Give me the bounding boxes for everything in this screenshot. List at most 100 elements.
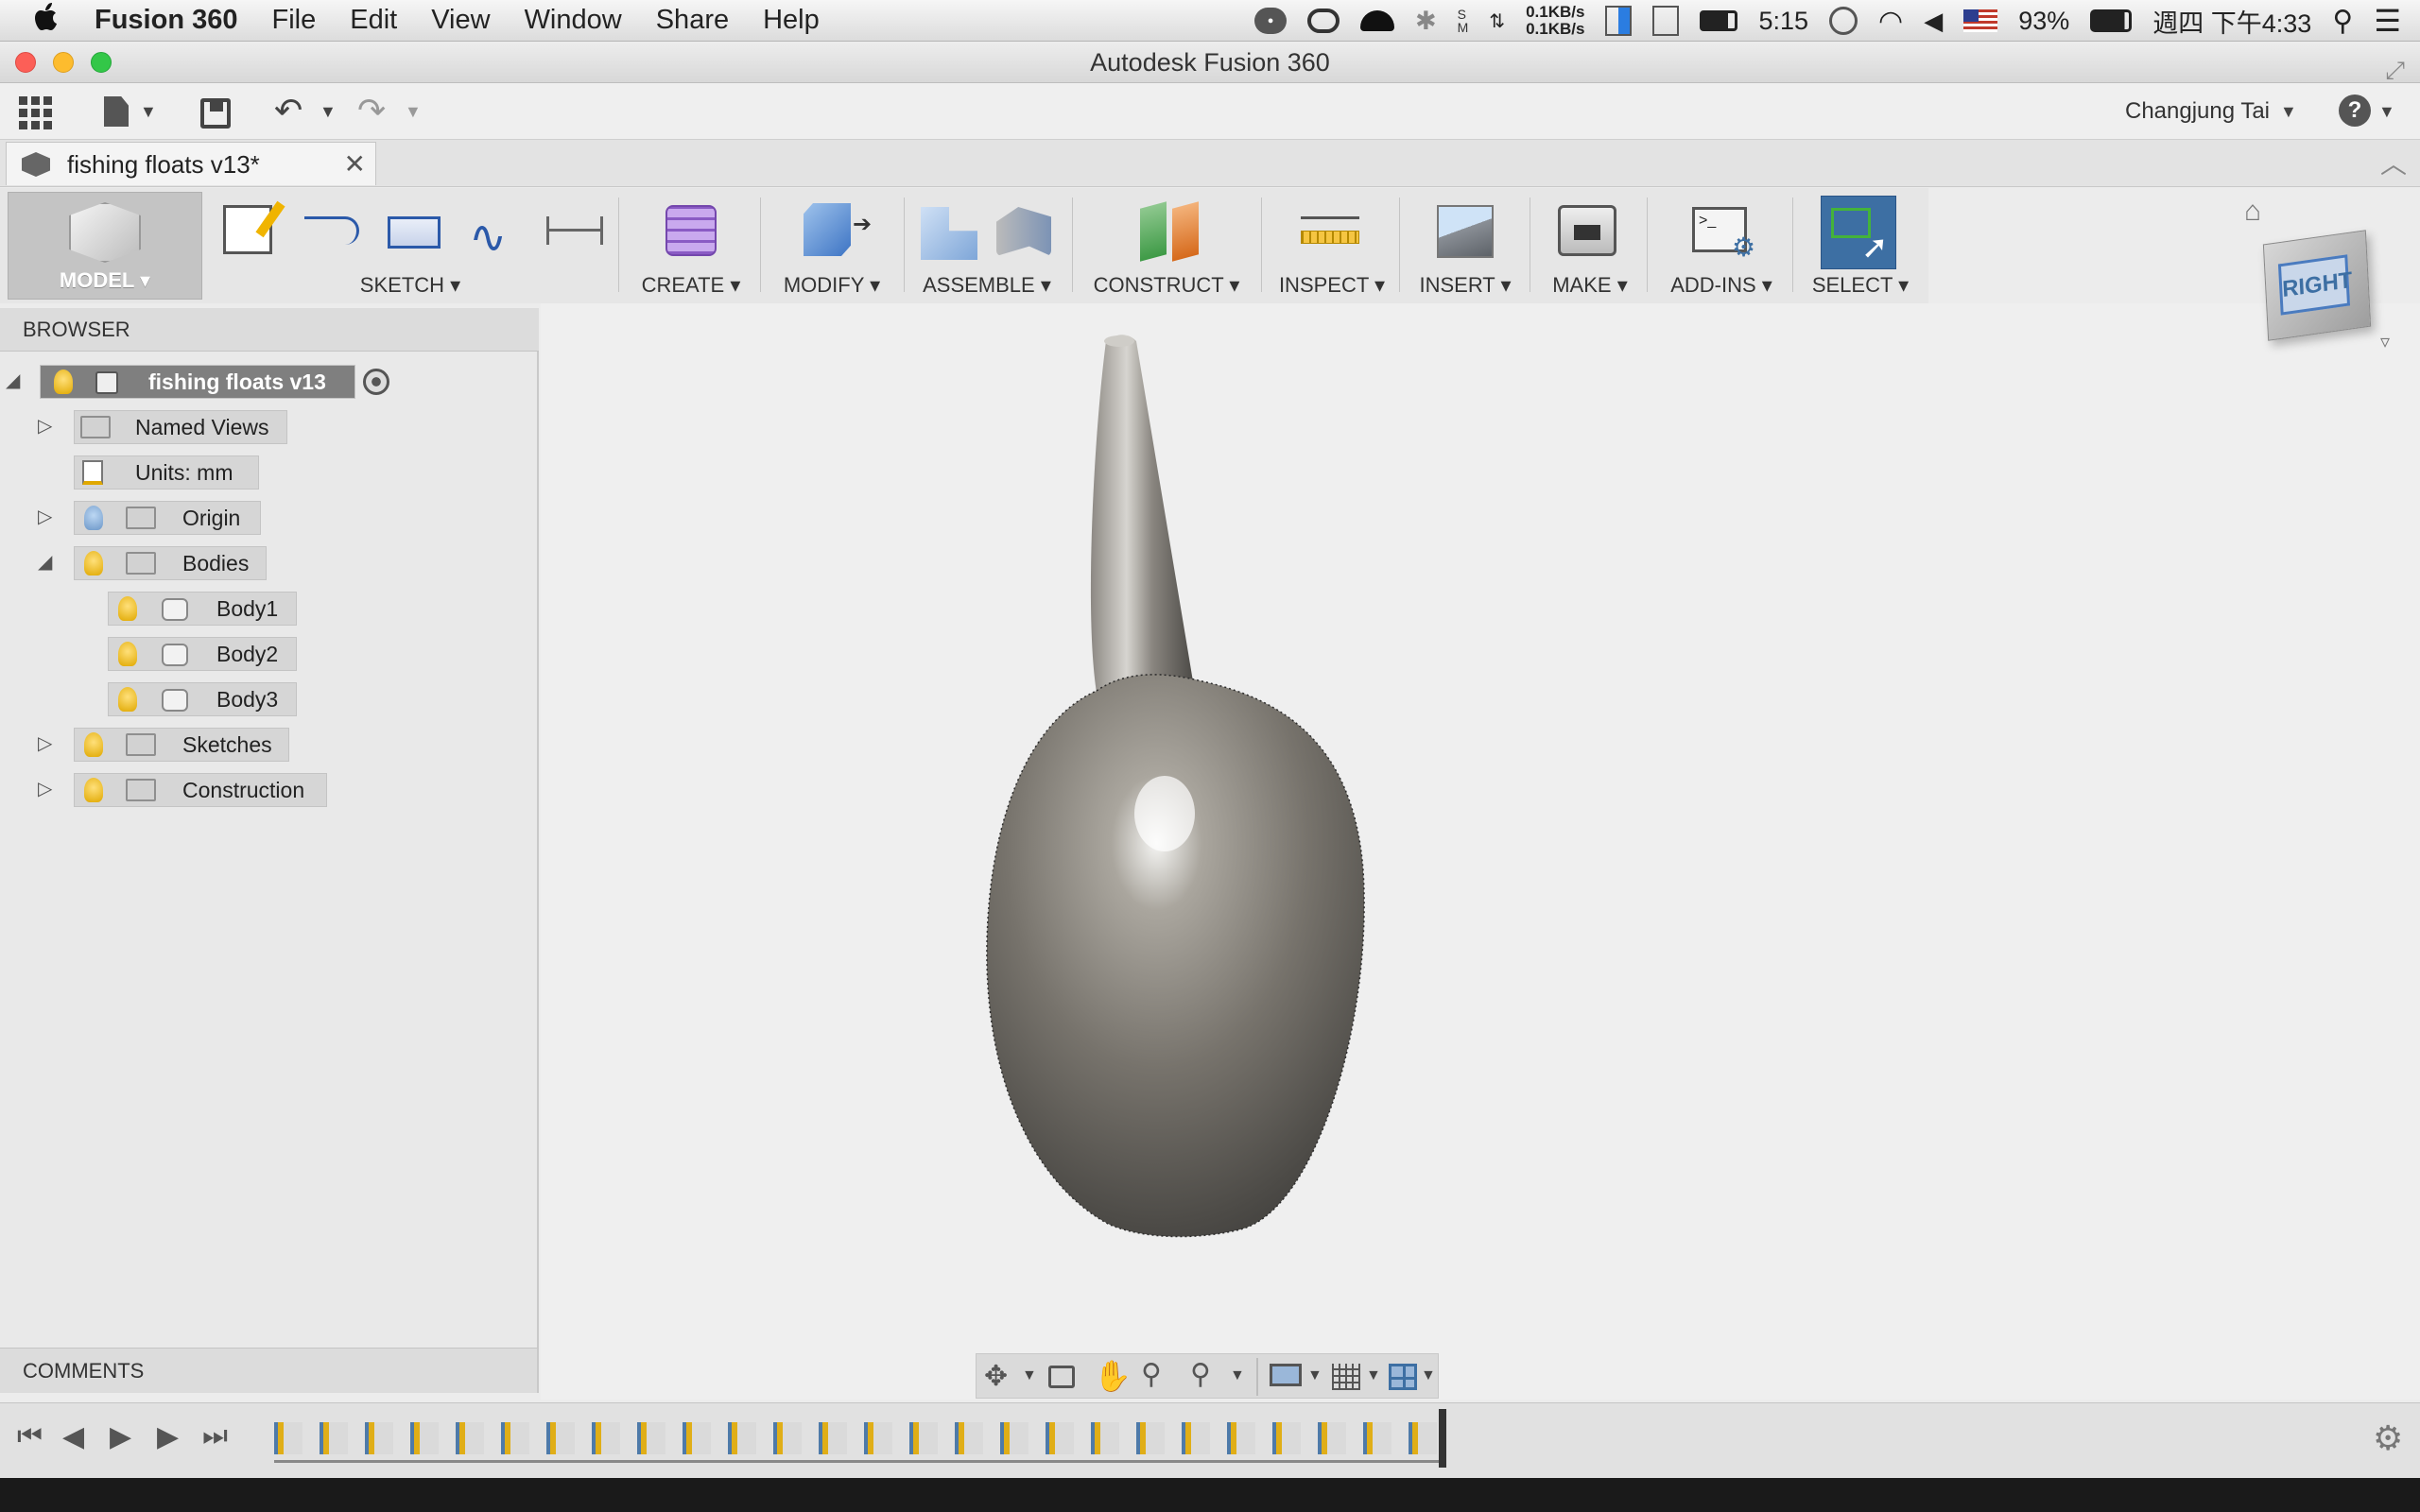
hat-icon[interactable] [1360, 10, 1395, 31]
orbit-dropdown-icon[interactable]: ▼ [1022, 1367, 1037, 1384]
browser-node-body3[interactable]: Body3 [108, 682, 297, 716]
collapse-ribbon-icon[interactable]: ︿ [2380, 144, 2407, 181]
select-icon[interactable]: ➚ [1821, 196, 1896, 269]
new-component-icon[interactable] [921, 207, 977, 260]
save-icon[interactable] [200, 98, 231, 129]
viewports-dropdown-icon[interactable]: ▼ [1421, 1367, 1436, 1384]
assemble-group[interactable]: ASSEMBLE ▾ [911, 188, 1063, 303]
speaker-icon[interactable]: ◀ [1924, 7, 1943, 36]
workspace-switcher[interactable]: MODEL ▾ [8, 192, 202, 300]
close-tab-icon[interactable]: ✕ [344, 143, 366, 186]
menu-view[interactable]: View [414, 5, 507, 36]
make-group[interactable]: MAKE ▾ [1537, 188, 1643, 303]
create-group[interactable]: CREATE ▾ [628, 188, 754, 303]
time-machine-icon[interactable] [1829, 7, 1858, 35]
look-at-icon[interactable] [1048, 1366, 1075, 1388]
offset-plane-icon[interactable] [1140, 201, 1167, 262]
viewcube-face-label[interactable]: RIGHT [2277, 254, 2353, 316]
pan-icon[interactable]: ✋ [1094, 1358, 1132, 1394]
viewcube[interactable]: RIGHT [2262, 230, 2372, 341]
inspect-group[interactable]: INSPECT ▾ [1270, 188, 1393, 303]
app-menu[interactable]: Fusion 360 [78, 5, 255, 36]
spotlight-icon[interactable]: ⚲ [2332, 5, 2353, 38]
clock[interactable]: 週四 下午4:33 [2152, 3, 2311, 40]
add-ins-group-label[interactable]: ADD-INS ▾ [1654, 273, 1789, 298]
modify-group-label[interactable]: MODIFY ▾ [769, 273, 894, 298]
rectangle-icon[interactable] [388, 216, 441, 249]
select-group[interactable]: ➚ SELECT ▾ [1800, 188, 1921, 303]
close-window-button[interactable] [15, 52, 36, 73]
creative-cloud-icon[interactable] [1307, 9, 1340, 33]
browser-node-sketches[interactable]: Sketches [74, 728, 289, 762]
timeline-track[interactable] [274, 1409, 1456, 1469]
undo-dropdown-icon[interactable]: ▼ [320, 102, 337, 122]
play-icon[interactable]: ▶ [110, 1420, 131, 1453]
browser-header[interactable]: BROWSER [0, 308, 539, 352]
zoom-window-button[interactable] [91, 52, 112, 73]
activate-radio[interactable] [363, 369, 389, 395]
press-pull-icon[interactable] [804, 203, 851, 256]
timeline-settings-icon[interactable]: ⚙ [2373, 1418, 2403, 1458]
browser-node-body2[interactable]: Body2 [108, 637, 297, 671]
add-ins-group[interactable]: >_ ⚙ ADD-INS ▾ [1654, 188, 1789, 303]
menu-edit[interactable]: Edit [333, 5, 414, 36]
browser-node-bodies[interactable]: Bodies [74, 546, 267, 580]
menu-window[interactable]: Window [508, 5, 639, 36]
joint-icon[interactable] [996, 207, 1051, 256]
viewcube-menu-icon[interactable]: ▿ [2380, 330, 2390, 353]
sketch-group-label[interactable]: SKETCH ▾ [212, 273, 609, 298]
document-tab[interactable]: fishing floats v13* ✕ [6, 142, 376, 185]
bodies-expand-toggle[interactable]: ◢ [38, 550, 52, 574]
flag-us-icon[interactable] [1963, 9, 1998, 32]
wifi-icon[interactable]: ◠ [1878, 5, 1903, 38]
apple-icon[interactable] [0, 2, 78, 40]
inspect-group-label[interactable]: INSPECT ▾ [1270, 273, 1393, 298]
step-forward-icon[interactable]: ▶ [157, 1420, 179, 1453]
fit-icon[interactable]: ⚲ [1190, 1358, 1211, 1391]
assemble-group-label[interactable]: ASSEMBLE ▾ [911, 273, 1063, 298]
home-view-icon[interactable]: ⌂ [2244, 196, 2261, 228]
root-expand-toggle[interactable]: ◢ [6, 369, 20, 392]
help-dropdown-icon[interactable]: ▼ [2378, 102, 2395, 122]
create-group-label[interactable]: CREATE ▾ [628, 273, 754, 298]
menu-help[interactable]: Help [746, 5, 837, 36]
help-icon[interactable]: ? [2339, 94, 2371, 127]
construct-group[interactable]: CONSTRUCT ▾ [1081, 188, 1252, 303]
spline-icon[interactable]: ∿ [469, 211, 507, 264]
make-group-label[interactable]: MAKE ▾ [1537, 273, 1643, 298]
viewports-icon[interactable] [1389, 1364, 1417, 1390]
file-menu-icon[interactable] [104, 96, 129, 127]
redo-dropdown-icon[interactable]: ▼ [405, 102, 422, 122]
fit-dropdown-icon[interactable]: ▼ [1230, 1367, 1245, 1384]
construction-expand-toggle[interactable]: ▷ [38, 777, 52, 800]
zoom-icon[interactable]: ⚲ [1141, 1358, 1162, 1391]
visibility-bulb-icon[interactable] [84, 506, 103, 530]
user-name[interactable]: Changjung Tai [2125, 98, 2270, 125]
visibility-bulb-icon[interactable] [84, 778, 103, 802]
insert-group-label[interactable]: INSERT ▾ [1407, 273, 1524, 298]
browser-node-body1[interactable]: Body1 [108, 592, 297, 626]
named-views-expand-toggle[interactable]: ▷ [38, 414, 52, 438]
visibility-bulb-icon[interactable] [118, 687, 137, 712]
insert-group[interactable]: INSERT ▾ [1407, 188, 1524, 303]
notification-center-icon[interactable]: ☰ [2374, 3, 2401, 39]
browser-node-named-views[interactable]: Named Views [74, 410, 287, 444]
browser-node-units[interactable]: Units: mm [74, 455, 259, 490]
modify-group[interactable]: ➔ MODIFY ▾ [769, 188, 894, 303]
orbit-icon[interactable]: ✥ [984, 1360, 1008, 1393]
menu-file[interactable]: File [255, 5, 334, 36]
insert-image-icon[interactable] [1437, 205, 1494, 258]
undo-icon[interactable]: ↶ [274, 91, 302, 130]
timeline-marker[interactable] [1439, 1409, 1446, 1468]
visibility-bulb-icon[interactable] [118, 642, 137, 666]
dimension-icon[interactable] [546, 216, 603, 245]
browser-root-node[interactable]: fishing floats v13 [40, 365, 355, 399]
3d-canvas[interactable]: ⌂ RIGHT ▿ [541, 196, 2420, 1400]
sketches-expand-toggle[interactable]: ▷ [38, 731, 52, 755]
step-back-icon[interactable]: ◀ [62, 1420, 84, 1453]
grid-icon[interactable] [1332, 1364, 1360, 1390]
model-render[interactable] [541, 303, 2420, 1400]
create-sketch-icon[interactable] [223, 200, 285, 254]
grid-dropdown-icon[interactable]: ▼ [1366, 1367, 1381, 1384]
line-icon[interactable]: ● [1254, 8, 1288, 34]
